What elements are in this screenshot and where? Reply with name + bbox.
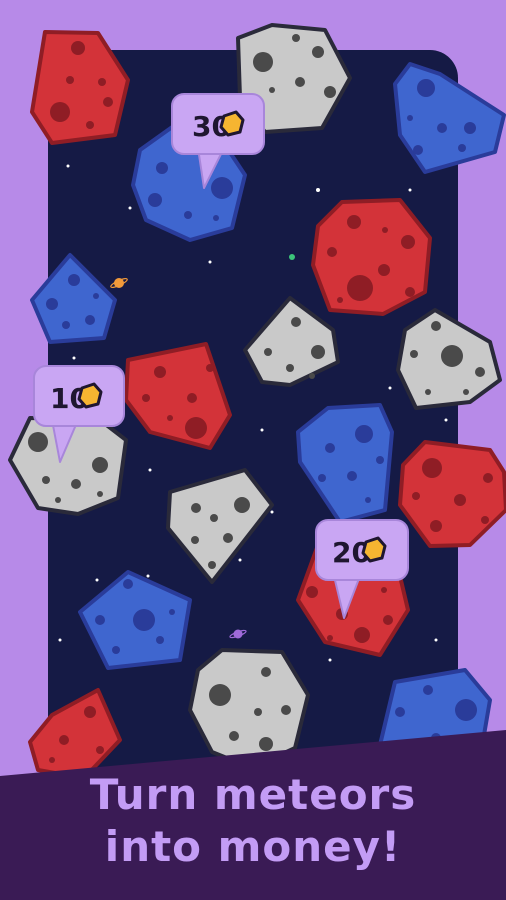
coin-icon <box>361 536 387 563</box>
meteor-red-2[interactable] <box>311 198 432 316</box>
meteor-red-1[interactable] <box>30 30 130 145</box>
caption-line-2: into money! <box>104 822 402 871</box>
game-scene: 30 10 20 <box>0 23 506 900</box>
caption-line-1: Turn meteors <box>89 770 417 819</box>
coin-icon <box>219 110 245 137</box>
coin-icon <box>77 382 103 409</box>
green-star <box>289 254 295 260</box>
meteor-gray-3[interactable] <box>396 308 502 410</box>
